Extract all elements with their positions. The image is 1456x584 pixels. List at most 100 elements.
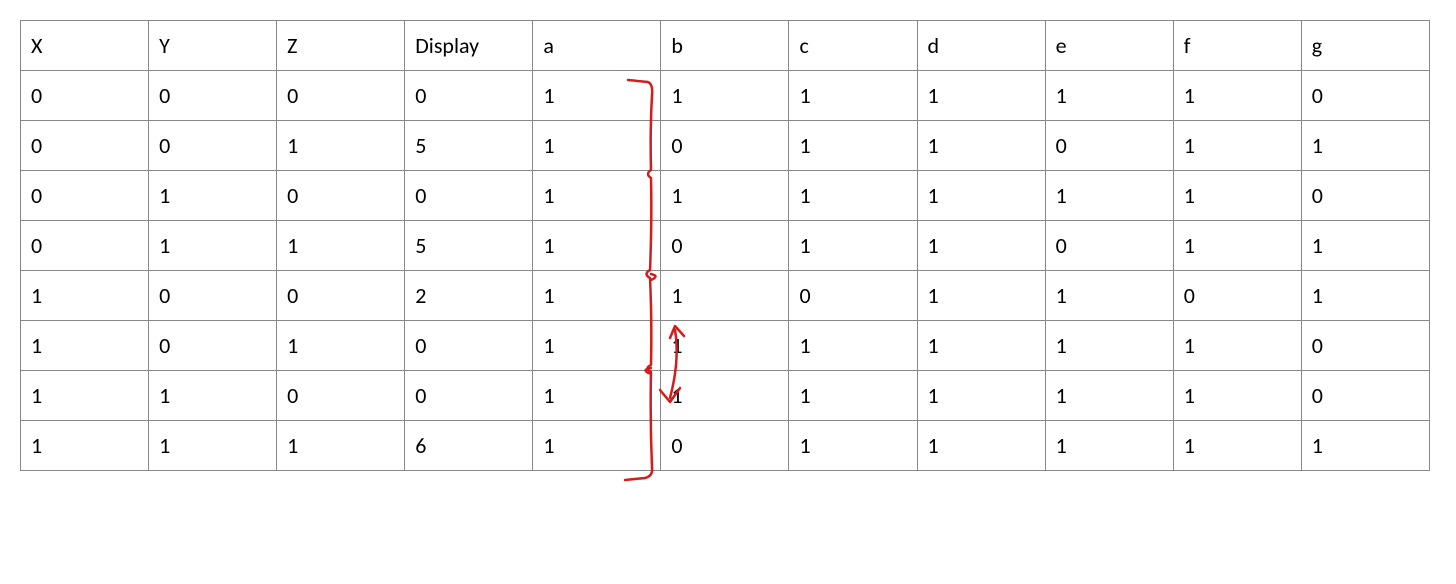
cell: 0 bbox=[661, 221, 789, 271]
cell: 1 bbox=[533, 121, 661, 171]
cell: 0 bbox=[149, 271, 277, 321]
header-cell: b bbox=[661, 21, 789, 71]
cell: 1 bbox=[1173, 121, 1301, 171]
cell: 1 bbox=[789, 321, 917, 371]
cell: 6 bbox=[405, 421, 533, 471]
cell: 1 bbox=[917, 371, 1045, 421]
cell: 1 bbox=[1173, 71, 1301, 121]
cell: 0 bbox=[149, 71, 277, 121]
cell: 0 bbox=[277, 171, 405, 221]
header-cell: Y bbox=[149, 21, 277, 71]
table-wrapper: X Y Z Display a b c d e f g 0 0 0 0 1 1 bbox=[20, 20, 1436, 471]
header-cell: e bbox=[1045, 21, 1173, 71]
header-cell: a bbox=[533, 21, 661, 71]
cell: 1 bbox=[149, 421, 277, 471]
cell: 2 bbox=[405, 271, 533, 321]
cell: 1 bbox=[277, 421, 405, 471]
cell: 1 bbox=[1045, 371, 1173, 421]
cell: 0 bbox=[1301, 171, 1429, 221]
header-cell: Display bbox=[405, 21, 533, 71]
cell: 1 bbox=[789, 421, 917, 471]
cell: 0 bbox=[1173, 271, 1301, 321]
cell: 1 bbox=[917, 271, 1045, 321]
cell: 1 bbox=[1045, 321, 1173, 371]
header-cell: d bbox=[917, 21, 1045, 71]
cell: 1 bbox=[533, 171, 661, 221]
cell: 1 bbox=[661, 321, 789, 371]
cell: 1 bbox=[1173, 371, 1301, 421]
cell: 0 bbox=[405, 171, 533, 221]
cell: 1 bbox=[1301, 221, 1429, 271]
header-cell: f bbox=[1173, 21, 1301, 71]
cell: 1 bbox=[533, 421, 661, 471]
cell: 1 bbox=[917, 221, 1045, 271]
header-row: X Y Z Display a b c d e f g bbox=[21, 21, 1430, 71]
table-row: 1 0 1 0 1 1 1 1 1 1 0 bbox=[21, 321, 1430, 371]
cell: 0 bbox=[149, 121, 277, 171]
cell: 1 bbox=[917, 121, 1045, 171]
cell: 1 bbox=[1045, 71, 1173, 121]
cell: 1 bbox=[917, 421, 1045, 471]
table-row: 1 1 0 0 1 1 1 1 1 1 0 bbox=[21, 371, 1430, 421]
cell: 1 bbox=[533, 321, 661, 371]
cell: 0 bbox=[661, 121, 789, 171]
table-body: 0 0 0 0 1 1 1 1 1 1 0 0 0 1 5 1 0 1 1 bbox=[21, 71, 1430, 471]
cell: 1 bbox=[149, 171, 277, 221]
cell: 0 bbox=[661, 421, 789, 471]
cell: 0 bbox=[1045, 221, 1173, 271]
cell: 1 bbox=[1301, 271, 1429, 321]
cell: 1 bbox=[661, 71, 789, 121]
cell: 1 bbox=[661, 371, 789, 421]
cell: 1 bbox=[917, 71, 1045, 121]
header-cell: c bbox=[789, 21, 917, 71]
cell: 0 bbox=[21, 221, 149, 271]
cell: 1 bbox=[789, 171, 917, 221]
cell: 1 bbox=[1173, 321, 1301, 371]
cell: 0 bbox=[1301, 371, 1429, 421]
cell: 1 bbox=[277, 221, 405, 271]
cell: 1 bbox=[533, 271, 661, 321]
cell: 1 bbox=[789, 71, 917, 121]
cell: 1 bbox=[1045, 171, 1173, 221]
cell: 0 bbox=[21, 171, 149, 221]
cell: 1 bbox=[21, 271, 149, 321]
cell: 0 bbox=[1301, 321, 1429, 371]
table-row: 0 1 1 5 1 0 1 1 0 1 1 bbox=[21, 221, 1430, 271]
cell: 0 bbox=[405, 321, 533, 371]
table-head: X Y Z Display a b c d e f g bbox=[21, 21, 1430, 71]
cell: 1 bbox=[533, 221, 661, 271]
cell: 0 bbox=[405, 371, 533, 421]
cell: 1 bbox=[1045, 271, 1173, 321]
cell: 0 bbox=[149, 321, 277, 371]
cell: 0 bbox=[277, 371, 405, 421]
cell: 1 bbox=[1301, 121, 1429, 171]
table-row: 1 0 0 2 1 1 0 1 1 0 1 bbox=[21, 271, 1430, 321]
header-cell: Z bbox=[277, 21, 405, 71]
cell: 1 bbox=[1173, 221, 1301, 271]
cell: 1 bbox=[661, 271, 789, 321]
cell: 0 bbox=[21, 121, 149, 171]
cell: 1 bbox=[277, 321, 405, 371]
cell: 1 bbox=[1045, 421, 1173, 471]
cell: 1 bbox=[533, 371, 661, 421]
cell: 1 bbox=[21, 371, 149, 421]
cell: 0 bbox=[277, 71, 405, 121]
header-cell: g bbox=[1301, 21, 1429, 71]
cell: 1 bbox=[533, 71, 661, 121]
cell: 1 bbox=[789, 221, 917, 271]
cell: 1 bbox=[21, 321, 149, 371]
cell: 1 bbox=[277, 121, 405, 171]
cell: 1 bbox=[149, 371, 277, 421]
cell: 1 bbox=[21, 421, 149, 471]
cell: 1 bbox=[661, 171, 789, 221]
cell: 1 bbox=[149, 221, 277, 271]
cell: 1 bbox=[917, 171, 1045, 221]
cell: 0 bbox=[1045, 121, 1173, 171]
table-row: 1 1 1 6 1 0 1 1 1 1 1 bbox=[21, 421, 1430, 471]
cell: 0 bbox=[21, 71, 149, 121]
table-row: 0 0 0 0 1 1 1 1 1 1 0 bbox=[21, 71, 1430, 121]
cell: 0 bbox=[1301, 71, 1429, 121]
cell: 1 bbox=[1173, 171, 1301, 221]
cell: 5 bbox=[405, 221, 533, 271]
cell: 0 bbox=[405, 71, 533, 121]
